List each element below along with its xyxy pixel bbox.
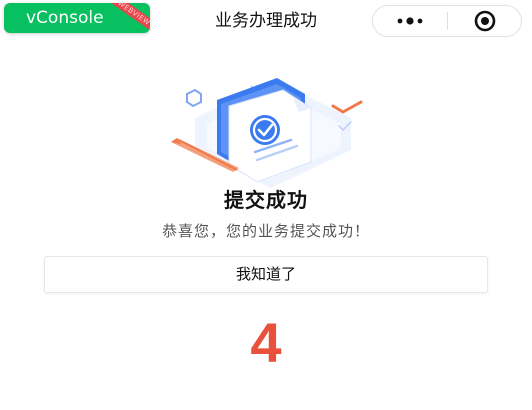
more-button[interactable]	[373, 6, 447, 36]
close-button[interactable]	[448, 6, 521, 36]
vconsole-label: vConsole	[26, 8, 104, 28]
got-it-button[interactable]: 我知道了	[44, 256, 488, 293]
page-title: 业务办理成功	[215, 11, 317, 31]
page: vConsole WEBVIEW 业务办理成功 提交成功 恭喜您，您的业务提交成…	[0, 0, 532, 410]
more-dots-icon	[397, 17, 423, 25]
result-title: 提交成功	[224, 188, 308, 212]
capsule-menu	[372, 5, 522, 37]
countdown-number: 4	[250, 311, 282, 374]
vconsole-ribbon: WEBVIEW	[101, 3, 150, 33]
vconsole-button[interactable]: vConsole WEBVIEW	[4, 3, 150, 33]
capsule-close-icon	[474, 10, 495, 32]
result-description: 恭喜您，您的业务提交成功！	[161, 222, 370, 240]
document-check-illustration	[171, 78, 363, 188]
